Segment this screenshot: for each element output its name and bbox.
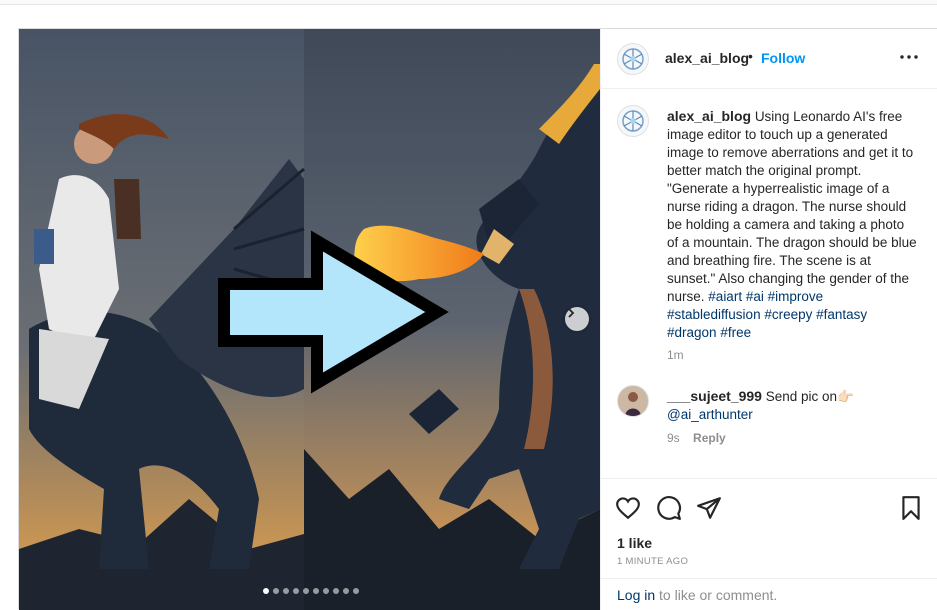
hashtag-link[interactable]: #creepy <box>764 307 812 322</box>
pointing-hand-emoji: 👉🏻 <box>837 389 854 404</box>
hashtag-link[interactable]: #ai <box>746 289 764 304</box>
separator-bullet: • <box>748 48 753 64</box>
hashtag-link[interactable]: #fantasy <box>816 307 867 322</box>
carousel-dot <box>293 588 299 594</box>
caption-timestamp: 1m <box>667 348 684 362</box>
post-header: alex_ai_blog • Follow <box>601 29 937 89</box>
commenter-avatar-image <box>618 386 648 416</box>
author-avatar-icon <box>622 110 644 132</box>
hashtag-link[interactable]: #aiart <box>708 289 742 304</box>
login-prompt: Log in to like or comment. <box>601 578 937 610</box>
caption-username[interactable]: alex_ai_blog <box>667 108 751 124</box>
more-options-icon <box>900 55 918 59</box>
carousel-dot <box>323 588 329 594</box>
caption-avatar[interactable] <box>617 105 649 137</box>
share-icon[interactable] <box>696 495 722 521</box>
author-avatar-icon <box>622 48 644 70</box>
comment-text-block: ___sujeet_999 Send pic on👉🏻 @ai_arthunte… <box>667 387 917 424</box>
carousel-dot <box>333 588 339 594</box>
post-image <box>19 29 600 610</box>
comment-meta: 9s Reply <box>667 431 726 445</box>
post-timestamp: 1 MINUTE AGO <box>617 556 689 567</box>
carousel-indicator <box>263 588 359 594</box>
author-avatar[interactable] <box>617 43 649 75</box>
carousel-next-button[interactable] <box>565 307 589 331</box>
carousel-dot <box>303 588 309 594</box>
commenter-username[interactable]: ___sujeet_999 <box>667 388 762 404</box>
caption-body: Using Leonardo AI's free image editor to… <box>667 109 917 304</box>
top-divider <box>0 0 937 5</box>
action-bar <box>601 478 937 528</box>
login-prompt-text: to like or comment. <box>659 587 778 603</box>
post-sidebar: alex_ai_blog • Follow alex_ai_blog Using… <box>600 29 937 610</box>
carousel-dot <box>273 588 279 594</box>
comment-timestamp: 9s <box>667 431 680 445</box>
carousel-dot <box>283 588 289 594</box>
login-link[interactable]: Log in <box>617 587 655 603</box>
like-count[interactable]: 1 like <box>617 535 652 551</box>
comment-icon[interactable] <box>656 495 682 521</box>
chevron-right-icon <box>568 308 575 318</box>
carousel-dot <box>353 588 359 594</box>
hashtag-link[interactable]: #dragon <box>667 325 717 340</box>
comment-body: Send pic on <box>765 389 838 404</box>
post-card: alex_ai_blog • Follow alex_ai_blog Using… <box>18 28 937 610</box>
hashtag-link[interactable]: #improve <box>768 289 824 304</box>
carousel-dot <box>313 588 319 594</box>
comment-mention[interactable]: @ai_arthunter <box>667 407 753 422</box>
hashtag-link[interactable]: #free <box>720 325 751 340</box>
commenter-avatar[interactable] <box>617 385 649 417</box>
heart-icon[interactable] <box>615 495 641 521</box>
carousel-dot <box>263 588 269 594</box>
author-username[interactable]: alex_ai_blog <box>665 50 749 66</box>
hashtag-link[interactable]: #stablediffusion <box>667 307 761 322</box>
more-options-button[interactable] <box>897 45 921 69</box>
dragon-comparison-image <box>19 29 600 610</box>
caption-text-block: alex_ai_blog Using Leonardo AI's free im… <box>667 107 919 342</box>
carousel-dot <box>343 588 349 594</box>
follow-button[interactable]: Follow <box>761 50 805 66</box>
bookmark-icon[interactable] <box>898 495 924 521</box>
reply-button[interactable]: Reply <box>693 431 726 445</box>
